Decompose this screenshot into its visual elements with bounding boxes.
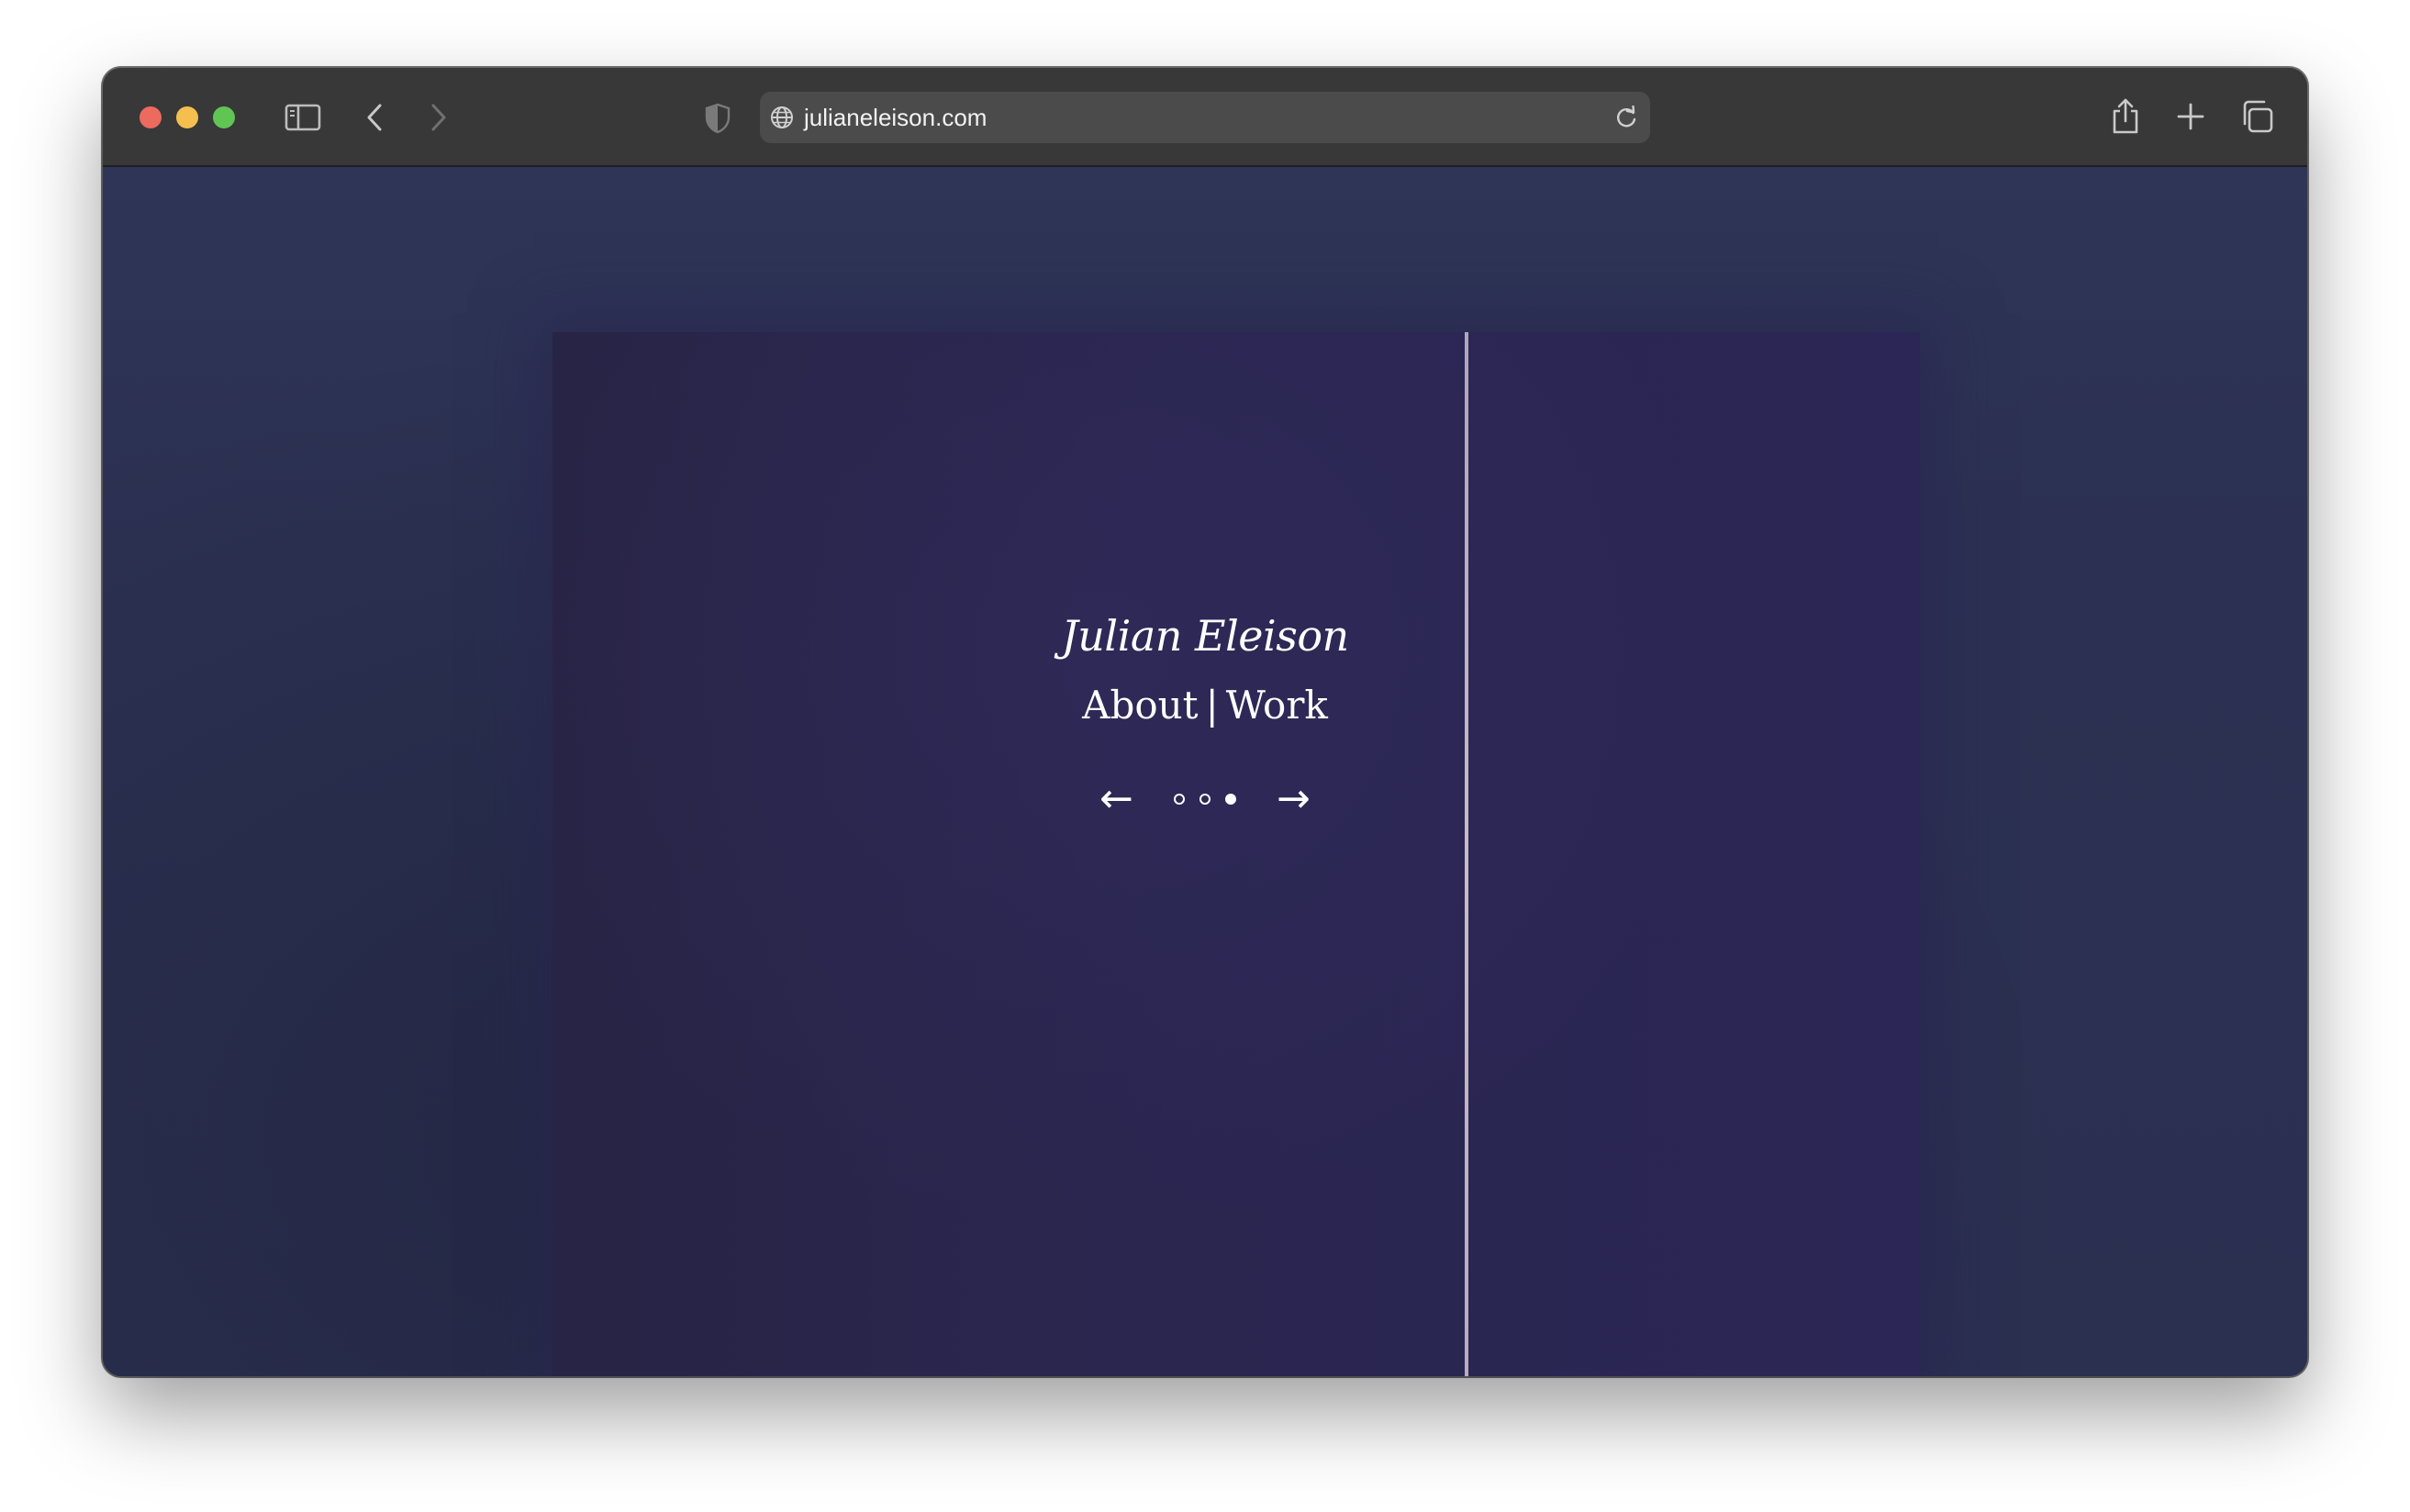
background-artwork: [552, 332, 1920, 1376]
address-bar[interactable]: julianeleison.com: [760, 92, 1650, 143]
carousel-controls: ← →: [103, 776, 2307, 822]
artwork-vertical-line: [1465, 332, 1468, 1376]
browser-window: julianeleison.com Julian Eleison About |…: [103, 68, 2307, 1376]
carousel-dot[interactable]: [1225, 794, 1236, 805]
tabs-overview-icon[interactable]: [2237, 97, 2276, 136]
minimize-window-button[interactable]: [176, 106, 198, 128]
carousel-dot[interactable]: [1174, 794, 1185, 805]
forward-icon[interactable]: [422, 99, 455, 136]
carousel-next-arrow-icon[interactable]: →: [1277, 776, 1311, 822]
new-tab-icon[interactable]: [2173, 99, 2208, 134]
site-title[interactable]: Julian Eleison: [103, 611, 2307, 661]
sidebar-icon[interactable]: [283, 99, 323, 136]
browser-toolbar: julianeleison.com: [103, 68, 2307, 167]
carousel-dot[interactable]: [1199, 794, 1211, 805]
globe-icon: [769, 105, 795, 130]
nav-link-work[interactable]: Work: [1226, 683, 1328, 728]
main-nav: About | Work: [103, 683, 2307, 728]
share-icon[interactable]: [2107, 95, 2144, 138]
page-content: Julian Eleison About | Work ← →: [103, 167, 2307, 1376]
carousel-dots: [1166, 794, 1244, 805]
shield-icon[interactable]: [701, 101, 734, 136]
close-window-button[interactable]: [139, 106, 162, 128]
url-text[interactable]: julianeleison.com: [804, 92, 987, 143]
carousel-prev-arrow-icon[interactable]: ←: [1099, 776, 1133, 822]
nav-separator: |: [1205, 683, 1219, 728]
zoom-window-button[interactable]: [213, 106, 235, 128]
reload-icon[interactable]: [1613, 105, 1639, 130]
nav-link-about[interactable]: About: [1082, 683, 1198, 728]
back-icon[interactable]: [358, 99, 391, 136]
